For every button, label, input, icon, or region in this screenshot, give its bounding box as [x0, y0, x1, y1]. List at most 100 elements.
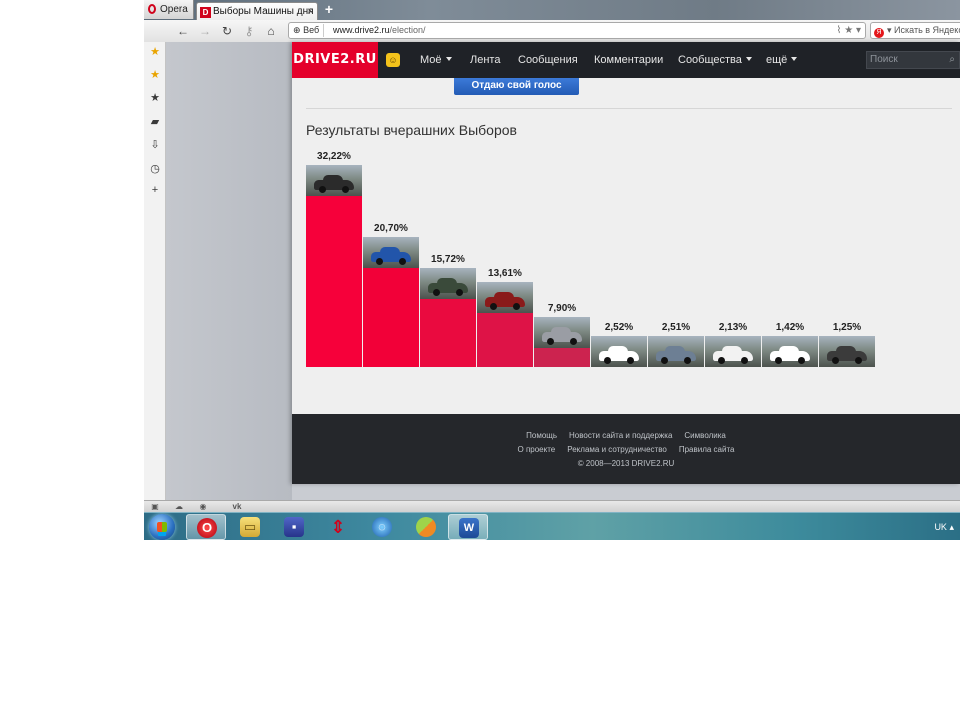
- car-photo[interactable]: [477, 282, 533, 313]
- bar-fill: [477, 313, 533, 367]
- footer-link[interactable]: Символика: [684, 431, 725, 440]
- car-photo[interactable]: [363, 237, 419, 268]
- car-wheel: [855, 357, 862, 364]
- favorites-star-icon[interactable]: ★: [144, 67, 166, 83]
- results-chart: 32,22% 20,70% 15,72% 13,61% 7,90% 2,52% 2,51% 2…: [306, 145, 886, 367]
- home-icon[interactable]: ⌂: [262, 22, 280, 40]
- site-footer: Помощь Новости сайта и поддержка Символика…: [292, 414, 960, 484]
- caret-down-icon: [791, 57, 798, 61]
- search-field[interactable]: Я▾ Искать в Яндексе: [870, 22, 960, 39]
- history-clock-icon[interactable]: ◷: [144, 161, 166, 177]
- bar-5[interactable]: 2,52%: [591, 322, 647, 367]
- car-wheel: [342, 186, 349, 193]
- nav-item-0[interactable]: Моё: [420, 42, 452, 78]
- divider: [306, 108, 952, 109]
- add-panel-plus-icon[interactable]: +: [144, 182, 166, 198]
- web-badge[interactable]: ⊕ Веб: [291, 24, 325, 37]
- language-label: UK: [934, 522, 947, 532]
- notes-icon[interactable]: ▰: [144, 114, 166, 130]
- bookmarks-star-icon[interactable]: ★: [144, 90, 166, 106]
- web-content: DRIVE2.RU ☺ Моё Лента Сообщения Комментарии…: [292, 42, 960, 484]
- windows-logo-icon: [157, 522, 167, 532]
- forward-arrow-icon[interactable]: →: [196, 22, 214, 40]
- bar-6[interactable]: 2,51%: [648, 322, 704, 367]
- car-photo[interactable]: [705, 336, 761, 367]
- car-wheel: [832, 357, 839, 364]
- back-arrow-icon[interactable]: ←: [174, 22, 192, 40]
- bar-2[interactable]: 15,72%: [420, 254, 476, 367]
- bar-3[interactable]: 13,61%: [477, 268, 533, 367]
- taskbar-explorer[interactable]: ▭: [230, 514, 270, 540]
- bar-1[interactable]: 20,70%: [363, 223, 419, 367]
- taskbar-word[interactable]: W: [448, 514, 488, 540]
- results-title: Результаты вчерашних Выборов: [306, 122, 517, 138]
- bar-value-label: 13,61%: [488, 268, 522, 279]
- nav-item-label: Сообщества: [678, 54, 742, 66]
- car-photo[interactable]: [819, 336, 875, 367]
- bar-7[interactable]: 2,13%: [705, 322, 761, 367]
- search-field-dropdown-icon[interactable]: ▾: [887, 25, 892, 35]
- nav-item-2[interactable]: Сообщения: [518, 42, 578, 78]
- dropdown-arrow-icon[interactable]: ▾: [856, 25, 861, 36]
- site-logo[interactable]: DRIVE2.RU: [292, 42, 378, 78]
- car-wheel: [684, 357, 691, 364]
- nav-item-label: Моё: [420, 54, 442, 66]
- nav-item-4[interactable]: Сообщества: [678, 42, 752, 78]
- site-search-input[interactable]: Поиск ⌕: [866, 51, 960, 69]
- new-tab-button[interactable]: +: [322, 1, 336, 17]
- car-photo[interactable]: [762, 336, 818, 367]
- url-path: /election/: [389, 25, 426, 35]
- globe-icon: ⊕: [293, 25, 301, 35]
- bar-fill: [306, 196, 362, 367]
- reload-icon[interactable]: ↻: [218, 22, 236, 40]
- vote-button[interactable]: Отдаю свой голос: [454, 78, 579, 95]
- taskbar-save-app[interactable]: ▪: [274, 514, 314, 540]
- nav-item-5[interactable]: ещё: [766, 42, 798, 78]
- car-wheel: [319, 186, 326, 193]
- taskbar-green-app[interactable]: [406, 514, 446, 540]
- car-photo[interactable]: [648, 336, 704, 367]
- bar-0[interactable]: 32,22%: [306, 151, 362, 367]
- footer-link[interactable]: О проекте: [518, 445, 556, 454]
- taskbar-opera[interactable]: O: [186, 514, 226, 540]
- car-photo[interactable]: [591, 336, 647, 367]
- address-field[interactable]: ⊕ Веб www.drive2.ru/election/ ⌇ ★ ▾: [288, 22, 866, 39]
- bar-value-label: 1,25%: [832, 322, 862, 333]
- page-gutter: [166, 42, 292, 500]
- speed-dial-star-icon[interactable]: ★: [144, 44, 166, 60]
- nav-item-3[interactable]: Комментарии: [594, 42, 663, 78]
- footer-link[interactable]: Реклама и сотрудничество: [567, 445, 667, 454]
- start-button[interactable]: [149, 514, 175, 540]
- language-indicator[interactable]: UK ▴: [934, 513, 954, 540]
- tray-arrow-icon[interactable]: ▴: [949, 522, 954, 532]
- car-wheel: [741, 357, 748, 364]
- taskbar-globe-app[interactable]: ◌: [362, 514, 402, 540]
- opera-app-icon: O: [197, 518, 217, 538]
- key-icon[interactable]: ⚷: [240, 22, 258, 40]
- car-photo[interactable]: [306, 165, 362, 196]
- bar-8[interactable]: 1,42%: [762, 322, 818, 367]
- rss-icon[interactable]: ⌇: [837, 25, 842, 36]
- footer-link[interactable]: Помощь: [526, 431, 557, 440]
- nav-item-label: Комментарии: [594, 54, 664, 66]
- footer-link[interactable]: Правила сайта: [679, 445, 735, 454]
- caret-down-icon: [445, 57, 452, 61]
- opera-menu-button[interactable]: Opera: [144, 0, 194, 19]
- address-toolbar: ← → ↻ ⚷ ⌂ ⊕ Веб www.drive2.ru/election/ …: [144, 20, 960, 43]
- footer-link[interactable]: Новости сайта и поддержка: [569, 431, 672, 440]
- car-photo[interactable]: [420, 268, 476, 299]
- bar-4[interactable]: 7,90%: [534, 303, 590, 367]
- smiley-icon[interactable]: ☺: [386, 53, 400, 67]
- car-photo[interactable]: [534, 317, 590, 348]
- tab-close-icon[interactable]: ×: [307, 3, 313, 20]
- bar-9[interactable]: 1,25%: [819, 322, 875, 367]
- taskbar-download-app[interactable]: ⇕: [318, 514, 358, 540]
- tab-title: Выборы Машины дня: [213, 6, 314, 17]
- downloads-icon[interactable]: ⇩: [144, 137, 166, 153]
- nav-item-1[interactable]: Лента: [470, 42, 500, 78]
- bookmark-star-icon[interactable]: ★: [844, 25, 853, 36]
- car-wheel: [490, 303, 497, 310]
- search-icon[interactable]: ⌕: [949, 52, 955, 68]
- tab-active[interactable]: D Выборы Машины дня ×: [196, 2, 318, 20]
- copyright: © 2008—2013 DRIVE2.RU: [577, 459, 675, 468]
